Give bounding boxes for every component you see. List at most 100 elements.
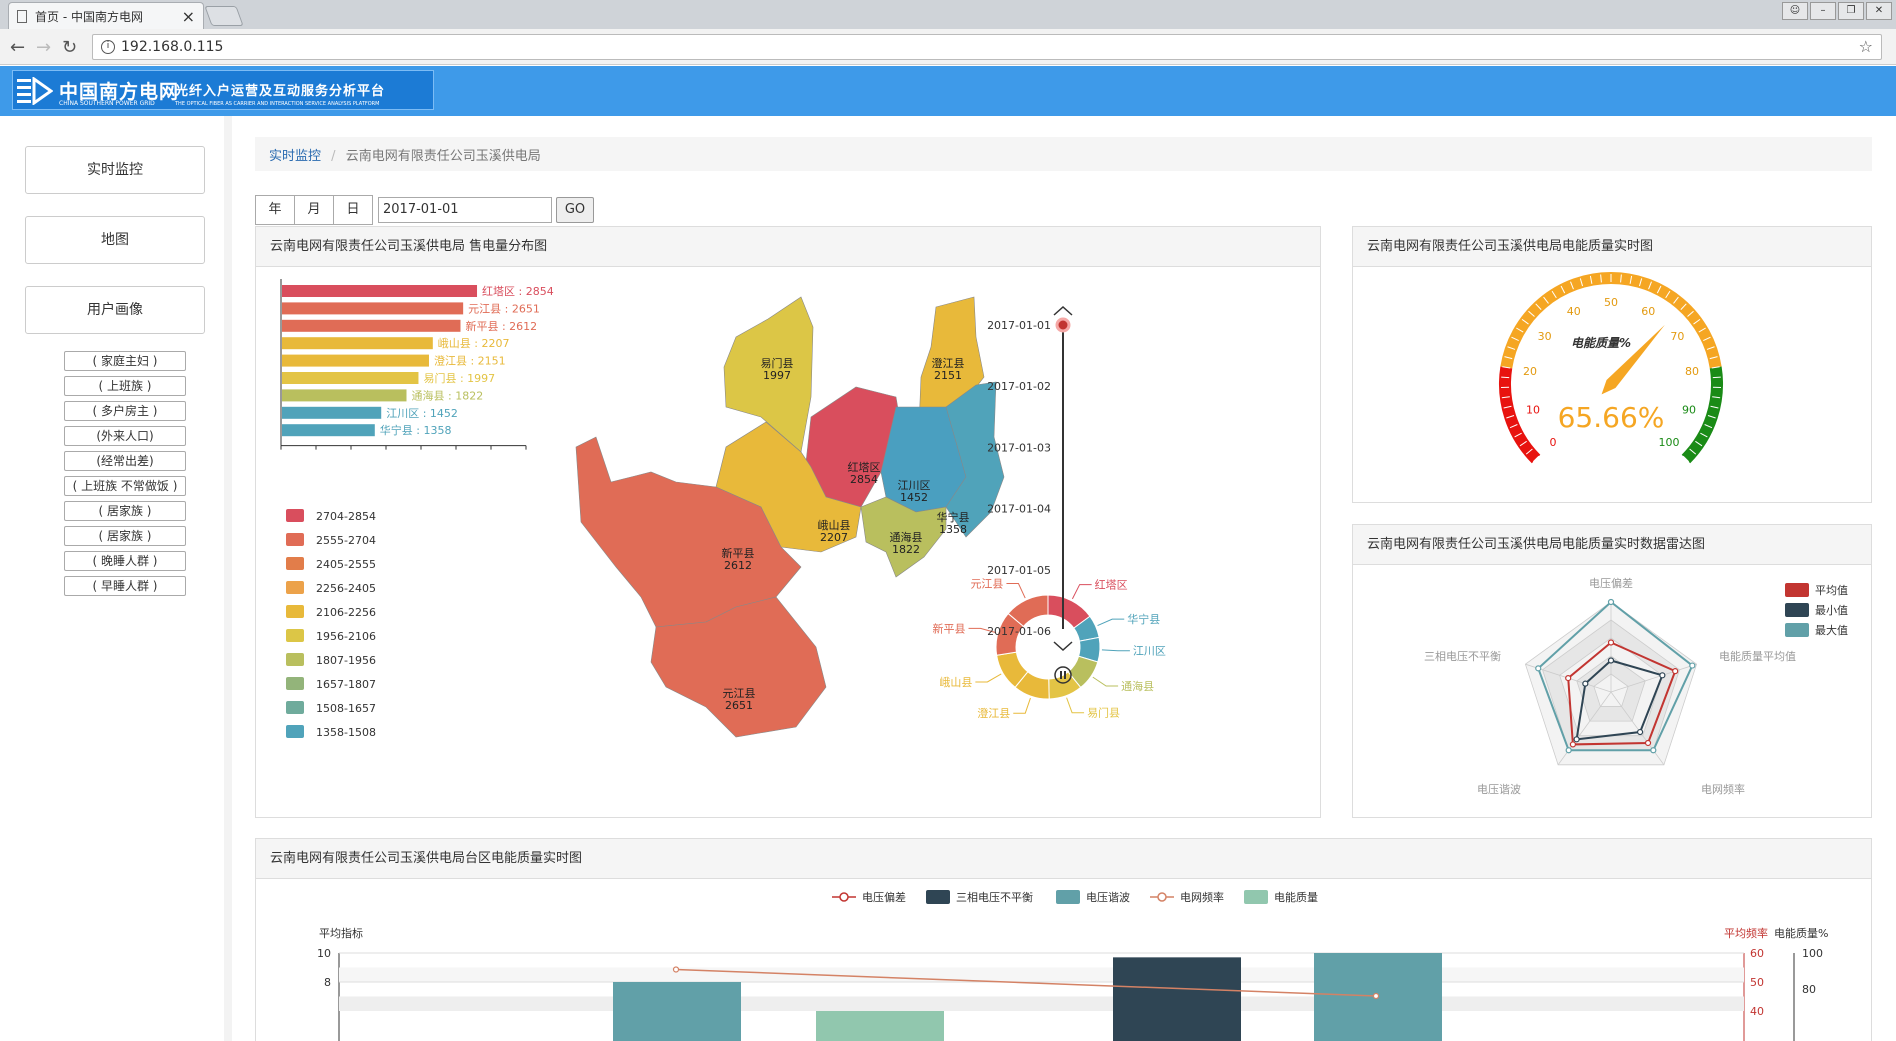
logo: 中国南方电网 CHINA SOUTHERN POWER GRID 光纤入户运营及… (12, 70, 434, 110)
radar-legend-swatch[interactable] (1785, 603, 1809, 617)
region-value: 1997 (763, 369, 791, 382)
timeline-up-arrow[interactable] (1053, 305, 1073, 316)
user-profile-button[interactable]: 用户画像 (25, 286, 205, 334)
sales-bar-label: 新平县 : 2612 (465, 319, 537, 333)
sales-bar[interactable] (282, 285, 478, 297)
close-tab-icon[interactable]: × (182, 7, 195, 26)
y-axis-label: 平均指标 (319, 926, 363, 940)
y-tick: 8 (324, 976, 331, 989)
region-label: 华宁县 (937, 510, 970, 524)
tag-multi-owner[interactable]: ( 多户房主 ) (64, 401, 186, 421)
area-quality-title: 云南电网有限责任公司玉溪供电局台区电能质量实时图 (256, 839, 1871, 879)
sales-bar[interactable] (282, 319, 461, 332)
timeline-down-arrow[interactable] (1053, 641, 1073, 652)
combo-legend-label[interactable]: 三相电压不平衡 (956, 891, 1033, 904)
legend-swatch[interactable] (286, 533, 304, 546)
legend-swatch[interactable] (286, 677, 304, 690)
donut-label: 新平县 (933, 621, 966, 635)
date-input[interactable]: 2017-01-01 (378, 197, 552, 223)
gauge-tick-label: 60 (1641, 305, 1655, 318)
legend-swatch[interactable] (286, 509, 304, 522)
tag-frequent-traveler[interactable]: (经常出差) (64, 451, 186, 471)
combo-bar[interactable] (613, 982, 741, 1041)
sales-bar[interactable] (282, 406, 382, 419)
timeline-date[interactable]: 2017-01-03 (987, 441, 1051, 454)
sales-bar[interactable] (282, 372, 419, 384)
timeline-date[interactable]: 2017-01-06 (987, 625, 1051, 638)
tag-housewife[interactable]: ( 家庭主妇 ) (64, 351, 186, 371)
tag-night-owl[interactable]: ( 晚睡人群 ) (64, 551, 186, 571)
gauge-tick-label: 50 (1604, 296, 1618, 309)
maximize-icon[interactable]: ❐ (1838, 2, 1864, 20)
radar-legend-swatch[interactable] (1785, 583, 1809, 597)
bookmark-star-icon[interactable]: ☆ (1859, 35, 1873, 59)
region-value: 1452 (900, 491, 928, 504)
combo-legend-label[interactable]: 电压谐波 (1086, 890, 1130, 904)
donut-label: 澄江县 (977, 706, 1010, 720)
sales-bar[interactable] (282, 389, 407, 402)
day-button[interactable]: 日 (333, 195, 373, 225)
frequency-point[interactable] (1372, 992, 1380, 1000)
combo-legend-label[interactable]: 电网频率 (1180, 890, 1224, 904)
radar-indicator: 电网频率 (1701, 782, 1745, 796)
gauge-tick-label: 100 (1658, 436, 1679, 449)
donut-label: 华宁县 (1127, 612, 1160, 626)
address-bar: ← → ↻ i 192.168.0.115 ☆ (0, 29, 1896, 65)
tag-office-no-cooking[interactable]: ( 上班族 不常做饭 ) (64, 476, 186, 496)
realtime-monitor-button[interactable]: 实时监控 (25, 146, 205, 194)
y-right1-tick: 50 (1750, 976, 1764, 989)
timeline-current-dot[interactable] (1055, 317, 1071, 333)
frequency-point[interactable] (672, 966, 680, 973)
donut-label: 元江县 (970, 578, 1003, 591)
info-icon[interactable]: i (101, 40, 115, 54)
tag-migrant[interactable]: (外来人口) (64, 426, 186, 446)
legend-swatch[interactable] (286, 701, 304, 714)
month-button[interactable]: 月 (294, 195, 334, 225)
sales-bar[interactable] (282, 302, 464, 315)
forward-arrow-icon[interactable]: → (36, 37, 51, 58)
map-button[interactable]: 地图 (25, 216, 205, 264)
legend-label: 2555-2704 (316, 534, 376, 547)
legend-swatch[interactable] (286, 725, 304, 738)
year-button[interactable]: 年 (255, 195, 295, 225)
timeline-date[interactable]: 2017-01-04 (987, 503, 1051, 516)
timeline-date[interactable]: 2017-01-05 (987, 564, 1051, 577)
back-arrow-icon[interactable]: ← (10, 37, 25, 58)
timeline-date[interactable]: 2017-01-02 (987, 380, 1051, 393)
legend-swatch[interactable] (286, 581, 304, 594)
legend-swatch[interactable] (286, 557, 304, 570)
combo-legend-label[interactable]: 电压偏差 (862, 890, 906, 904)
close-window-icon[interactable]: ✕ (1866, 2, 1892, 20)
radar-legend-swatch[interactable] (1785, 623, 1809, 637)
minimize-icon[interactable]: – (1810, 2, 1836, 20)
combo-bar[interactable] (816, 1011, 944, 1041)
legend-swatch[interactable] (286, 653, 304, 666)
sales-bar-label: 华宁县 : 1358 (380, 423, 452, 437)
sales-bar-label: 元江县 : 2651 (468, 302, 540, 315)
y-tick: 10 (317, 947, 331, 960)
app-header: 中国南方电网 CHINA SOUTHERN POWER GRID 光纤入户运营及… (0, 66, 1896, 116)
url-input[interactable]: i 192.168.0.115 ☆ (92, 34, 1882, 60)
donut-label: 江川区 (1133, 645, 1166, 658)
tag-early-sleeper[interactable]: ( 早睡人群 ) (64, 576, 186, 596)
combo-legend-label[interactable]: 电能质量 (1274, 890, 1318, 904)
user-icon[interactable]: ☺ (1782, 2, 1808, 20)
sales-bar[interactable] (282, 337, 433, 350)
region-label: 新平县 (722, 546, 755, 560)
radar-legend-label: 最小值 (1815, 604, 1848, 617)
timeline-date[interactable]: 2017-01-01 (987, 319, 1051, 332)
tag-homebody-1[interactable]: ( 居家族 ) (64, 501, 186, 521)
sales-bar[interactable] (282, 424, 375, 437)
new-tab-button[interactable] (204, 6, 244, 26)
go-button[interactable]: GO (556, 197, 594, 223)
sales-legend: 2704-2854 2555-2704 2405-2555 2256-2405 2106… (286, 509, 376, 739)
tag-office-worker[interactable]: ( 上班族 ) (64, 376, 186, 396)
browser-tab[interactable]: 首页 - 中国南方电网 × (8, 2, 204, 29)
tag-homebody-2[interactable]: ( 居家族 ) (64, 526, 186, 546)
legend-swatch[interactable] (286, 629, 304, 642)
legend-swatch[interactable] (286, 605, 304, 618)
breadcrumb-link[interactable]: 实时监控 (269, 149, 321, 164)
sales-bar[interactable] (282, 354, 429, 367)
combo-bar[interactable] (1113, 957, 1241, 1041)
reload-icon[interactable]: ↻ (62, 37, 77, 58)
